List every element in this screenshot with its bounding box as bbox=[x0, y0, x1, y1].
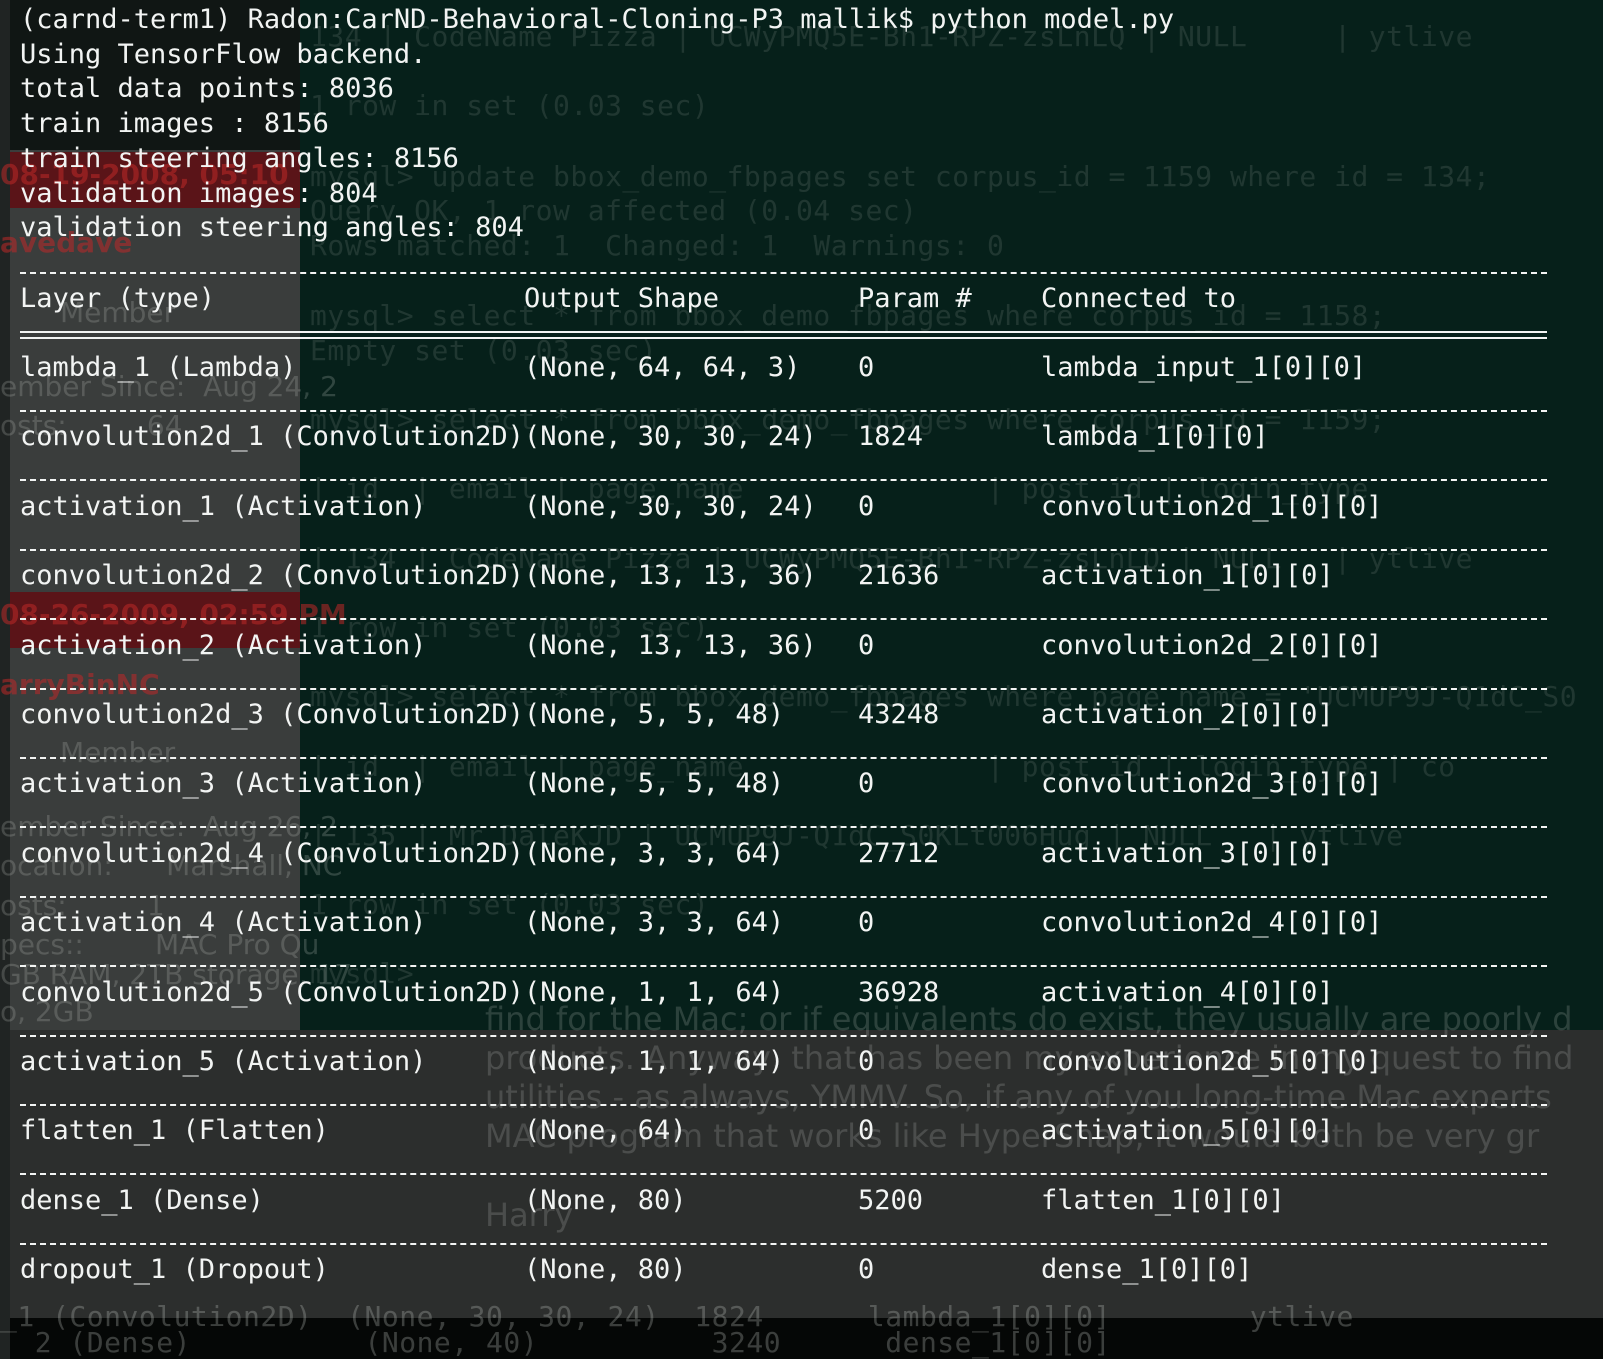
layer-name-cell: dropout_1 (Dropout) bbox=[20, 1254, 329, 1286]
table-header-rule bbox=[20, 331, 1547, 339]
output-shape-cell: (None, 64) bbox=[524, 1115, 687, 1147]
table-header-output-shape: Output Shape bbox=[524, 283, 720, 314]
output-line: train images : 8156 bbox=[20, 108, 329, 140]
output-shape-cell: (None, 80) bbox=[524, 1184, 687, 1216]
layer-name-cell: activation_3 (Activation) bbox=[20, 768, 427, 800]
param-count-cell: 27712 bbox=[858, 837, 940, 869]
table-header-connected-to: Connected to bbox=[1041, 283, 1237, 314]
output-shape-cell: (None, 30, 30, 24) bbox=[524, 490, 817, 522]
connected-to-cell: activation_5[0][0] bbox=[1041, 1115, 1334, 1147]
param-count-cell: 43248 bbox=[858, 699, 940, 730]
connected-to-cell: activation_1[0][0] bbox=[1041, 560, 1334, 592]
table-row-divider bbox=[20, 410, 1547, 412]
connected-to-cell: lambda_1[0][0] bbox=[1041, 421, 1269, 453]
param-count-cell: 5200 bbox=[858, 1184, 924, 1216]
table-top-rule bbox=[20, 272, 1547, 274]
layer-name-cell: activation_4 (Activation) bbox=[20, 907, 427, 939]
table-row-divider bbox=[20, 687, 1547, 690]
output-shape-cell: (None, 5, 5, 48) bbox=[524, 768, 785, 800]
param-count-cell: 0 bbox=[858, 1115, 875, 1147]
output-shape-cell: (None, 1, 1, 64) bbox=[524, 1046, 785, 1077]
param-count-cell: 0 bbox=[858, 768, 875, 800]
param-count-cell: 36928 bbox=[858, 976, 940, 1008]
connected-to-cell: flatten_1[0][0] bbox=[1041, 1184, 1285, 1216]
param-count-cell: 1824 bbox=[858, 421, 924, 453]
output-shape-cell: (None, 3, 3, 64) bbox=[524, 907, 785, 939]
table-row-divider bbox=[20, 1034, 1547, 1037]
output-shape-cell: (None, 1, 1, 64) bbox=[524, 976, 785, 1008]
connected-to-cell: dense_1[0][0] bbox=[1041, 1254, 1253, 1286]
layer-name-cell: flatten_1 (Flatten) bbox=[20, 1115, 329, 1147]
output-line: train steering angles: 8156 bbox=[20, 142, 459, 174]
command-prompt-line: (carnd-term1) Radon:CarND-Behavioral-Clo… bbox=[20, 4, 1175, 35]
connected-to-cell: convolution2d_3[0][0] bbox=[1041, 768, 1383, 800]
output-line: validation steering angles: 804 bbox=[20, 212, 524, 244]
connected-to-cell: activation_4[0][0] bbox=[1041, 976, 1334, 1008]
table-header-layer-name: Layer (type) bbox=[20, 283, 216, 314]
connected-to-cell: convolution2d_2[0][0] bbox=[1041, 629, 1383, 661]
layer-name-cell: lambda_1 (Lambda) bbox=[20, 352, 297, 383]
table-row-divider bbox=[20, 1104, 1547, 1106]
param-count-cell: 0 bbox=[858, 629, 875, 661]
table-row-divider bbox=[20, 479, 1547, 482]
layer-name-cell: convolution2d_4 (Convolution2D) bbox=[20, 837, 524, 869]
param-count-cell: 0 bbox=[858, 1254, 875, 1286]
output-shape-cell: (None, 64, 64, 3) bbox=[524, 352, 801, 383]
layer-name-cell: activation_2 (Activation) bbox=[20, 629, 427, 661]
connected-to-cell: lambda_input_1[0][0] bbox=[1041, 352, 1367, 383]
output-shape-cell: (None, 13, 13, 36) bbox=[524, 629, 817, 661]
output-shape-cell: (None, 80) bbox=[524, 1254, 687, 1286]
table-row-divider bbox=[20, 548, 1547, 551]
layer-name-cell: dense_1 (Dense) bbox=[20, 1184, 264, 1216]
connected-to-cell: convolution2d_4[0][0] bbox=[1041, 907, 1383, 939]
param-count-cell: 0 bbox=[858, 907, 875, 939]
table-row-divider bbox=[20, 757, 1547, 759]
table-header-param-count: Param # bbox=[858, 283, 972, 314]
layer-name-cell: convolution2d_1 (Convolution2D) bbox=[20, 421, 524, 453]
output-shape-cell: (None, 5, 5, 48) bbox=[524, 699, 785, 730]
param-count-cell: 0 bbox=[858, 490, 875, 522]
output-line: validation images: 804 bbox=[20, 177, 378, 209]
param-count-cell: 0 bbox=[858, 352, 875, 383]
layer-name-cell: convolution2d_2 (Convolution2D) bbox=[20, 560, 524, 592]
connected-to-cell: activation_2[0][0] bbox=[1041, 699, 1334, 730]
connected-to-cell: activation_3[0][0] bbox=[1041, 837, 1334, 869]
connected-to-cell: convolution2d_1[0][0] bbox=[1041, 490, 1383, 522]
terminal-window[interactable]: (carnd-term1) Radon:CarND-Behavioral-Clo… bbox=[0, 0, 1603, 1359]
layer-name-cell: convolution2d_3 (Convolution2D) bbox=[20, 699, 524, 730]
output-line: total data points: 8036 bbox=[20, 73, 394, 105]
table-row-divider bbox=[20, 1173, 1547, 1176]
output-shape-cell: (None, 30, 30, 24) bbox=[524, 421, 817, 453]
table-row-divider bbox=[20, 895, 1547, 898]
table-row-divider bbox=[20, 826, 1547, 829]
output-shape-cell: (None, 13, 13, 36) bbox=[524, 560, 817, 592]
layer-name-cell: activation_1 (Activation) bbox=[20, 490, 427, 522]
connected-to-cell: convolution2d_5[0][0] bbox=[1041, 1046, 1383, 1077]
output-shape-cell: (None, 3, 3, 64) bbox=[524, 837, 785, 869]
param-count-cell: 0 bbox=[858, 1046, 875, 1077]
output-line: Using TensorFlow backend. bbox=[20, 38, 427, 70]
table-row-divider bbox=[20, 618, 1547, 621]
layer-name-cell: activation_5 (Activation) bbox=[20, 1046, 427, 1077]
screenshot: 134 | CodeName Pizza | UCWyPMQ5E-Bh1-RPZ… bbox=[0, 0, 1603, 1359]
table-row-divider bbox=[20, 965, 1547, 968]
param-count-cell: 21636 bbox=[858, 560, 940, 592]
table-row-divider bbox=[20, 1242, 1547, 1245]
layer-name-cell: convolution2d_5 (Convolution2D) bbox=[20, 976, 524, 1008]
